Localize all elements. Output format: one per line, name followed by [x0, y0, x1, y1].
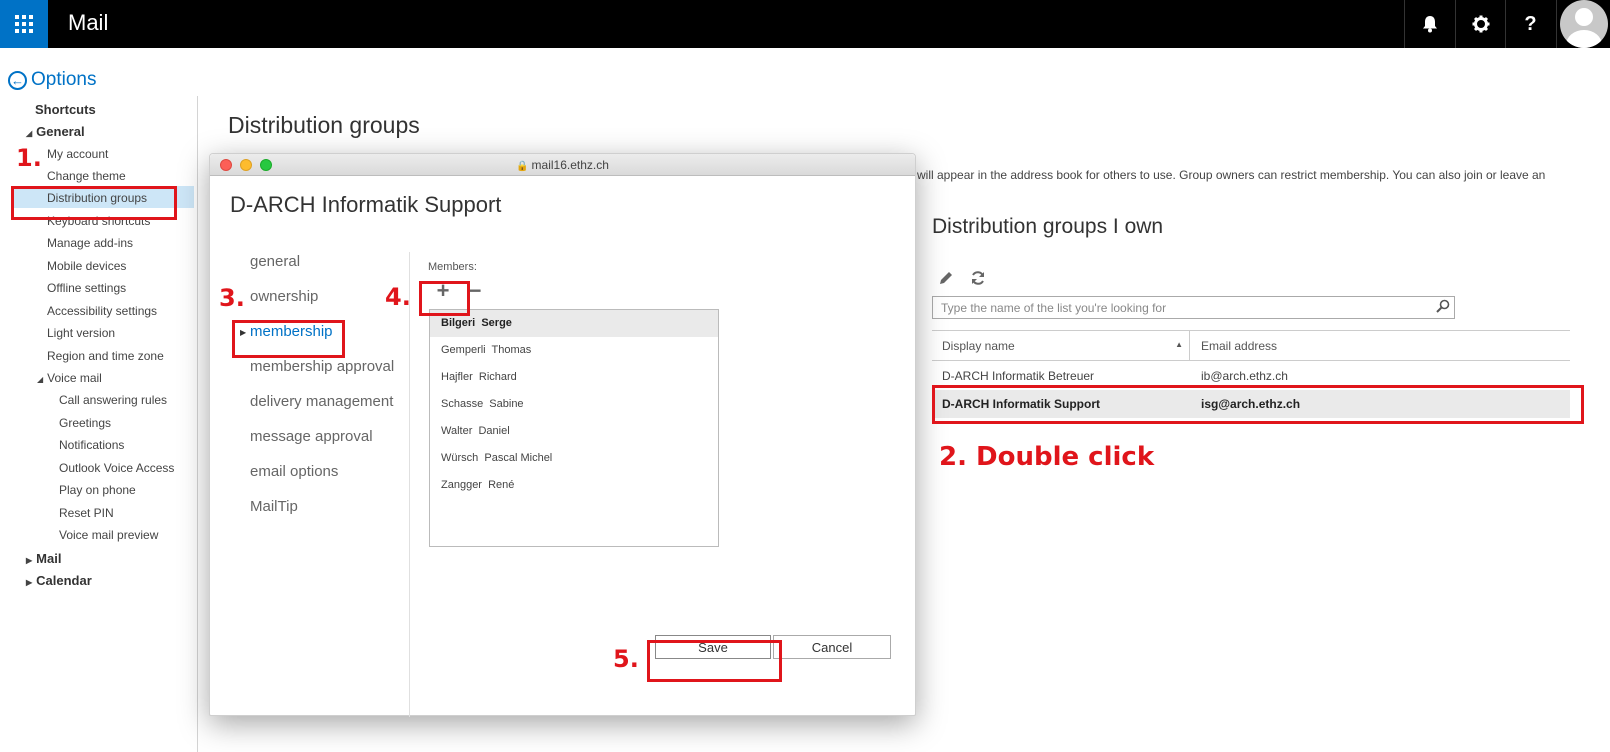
annotation-step-1: 1. — [16, 144, 42, 172]
sidebar-item-general[interactable]: ◢ General — [26, 124, 85, 139]
row-email: ib@arch.ethz.ch — [1201, 369, 1288, 383]
sidebar-item-greetings[interactable]: Greetings — [59, 416, 111, 430]
sidebar-item-voice-mail[interactable]: ◢ Voice mail — [37, 371, 102, 385]
sidebar-item-outlook-voice-access[interactable]: Outlook Voice Access — [59, 461, 174, 475]
column-header-display-name[interactable]: Display name ▲ — [932, 331, 1190, 360]
annotation-highlight-box — [11, 186, 177, 220]
annotation-step-4: 4. — [385, 283, 411, 311]
list-item[interactable]: Bilgeri Serge — [430, 310, 718, 337]
options-back-link[interactable]: ← Options — [8, 69, 96, 91]
group-search-field[interactable] — [932, 296, 1455, 319]
annotation-step-5: 5. — [613, 645, 639, 673]
app-launcher-icon[interactable] — [0, 0, 48, 48]
row-display-name: D-ARCH Informatik Betreuer — [942, 369, 1095, 383]
annotation-highlight-box — [647, 640, 782, 682]
sidebar-item-label: Voice mail — [47, 371, 102, 385]
sidebar-item-call-answering-rules[interactable]: Call answering rules — [59, 393, 167, 407]
collapsed-triangle-icon: ▶ — [26, 578, 33, 587]
annotation-step-3: 3. — [219, 284, 245, 312]
dialog-tab-mailtip[interactable]: MailTip — [250, 498, 298, 515]
list-item[interactable]: Gemperli Thomas — [430, 337, 718, 364]
dialog-tab-message-approval[interactable]: message approval — [250, 428, 373, 445]
list-item[interactable]: Zangger René — [430, 472, 718, 499]
top-bar: Mail ? — [0, 0, 1610, 48]
sidebar-item-change-theme[interactable]: Change theme — [47, 169, 126, 183]
list-item[interactable]: Hajfler Richard — [430, 364, 718, 391]
options-label: Options — [31, 69, 97, 90]
dialog-tab-email-options[interactable]: email options — [250, 463, 338, 480]
dialog-title: D-ARCH Informatik Support — [230, 192, 502, 217]
sidebar-item-label: Calendar — [36, 573, 92, 588]
divider — [409, 252, 410, 717]
window-title-bar[interactable]: 🔒 mail16.ethz.ch — [210, 154, 915, 176]
sidebar-item-region-time-zone[interactable]: Region and time zone — [47, 349, 164, 363]
dialog-tab-membership-approval[interactable]: membership approval — [250, 358, 394, 375]
members-label: Members: — [428, 261, 477, 273]
search-input[interactable] — [933, 297, 1423, 318]
search-icon[interactable] — [1436, 299, 1450, 316]
group-properties-dialog: 🔒 mail16.ethz.ch D-ARCH Informatik Suppor… — [209, 153, 916, 717]
list-item[interactable]: Walter Daniel — [430, 418, 718, 445]
dialog-tab-ownership[interactable]: ownership — [250, 288, 318, 305]
collapsed-triangle-icon: ▶ — [26, 556, 33, 565]
refresh-icon[interactable] — [968, 268, 988, 288]
list-item[interactable]: Würsch Pascal Michel — [430, 445, 718, 472]
cancel-button[interactable]: Cancel — [773, 635, 891, 659]
annotation-highlight-box — [419, 281, 470, 316]
bell-icon[interactable] — [1404, 0, 1454, 48]
section-title: Distribution groups I own — [932, 215, 1164, 238]
sidebar-item-offline-settings[interactable]: Offline settings — [47, 281, 126, 295]
sidebar-item-reset-pin[interactable]: Reset PIN — [59, 506, 114, 520]
sidebar-item-label: General — [36, 124, 85, 139]
sidebar-item-calendar[interactable]: ▶ Calendar — [26, 573, 92, 588]
sidebar-item-mobile-devices[interactable]: Mobile devices — [47, 259, 126, 273]
sidebar-item-accessibility-settings[interactable]: Accessibility settings — [47, 304, 157, 318]
sidebar-item-voice-mail-preview[interactable]: Voice mail preview — [59, 528, 158, 542]
annotation-highlight-box — [232, 320, 345, 358]
sidebar-item-notifications[interactable]: Notifications — [59, 438, 124, 452]
column-header-email[interactable]: Email address — [1191, 331, 1287, 360]
sidebar-item-label: Mail — [36, 551, 62, 566]
sidebar-item-manage-add-ins[interactable]: Manage add-ins — [47, 236, 133, 250]
sort-ascending-icon: ▲ — [1175, 340, 1183, 349]
expanded-triangle-icon: ◢ — [26, 129, 33, 138]
url-label: 🔒 mail16.ethz.ch — [210, 158, 915, 172]
lock-icon: 🔒 — [516, 161, 529, 172]
dialog-tab-delivery-management[interactable]: delivery management — [250, 393, 393, 410]
app-title: Mail — [68, 10, 109, 35]
annotation-highlight-box — [932, 385, 1584, 424]
list-item[interactable]: Schasse Sabine — [430, 391, 718, 418]
sidebar-item-shortcuts[interactable]: Shortcuts — [35, 102, 96, 117]
annotation-step-2: 2. Double click — [939, 442, 1155, 472]
page-title: Distribution groups — [228, 112, 420, 138]
avatar[interactable] — [1556, 0, 1610, 48]
sidebar-item-light-version[interactable]: Light version — [47, 326, 115, 340]
dialog-tab-general[interactable]: general — [250, 253, 300, 270]
help-icon[interactable]: ? — [1505, 0, 1555, 48]
members-list[interactable]: Bilgeri Serge Gemperli Thomas Hajfler Ri… — [429, 309, 719, 547]
gear-icon[interactable] — [1455, 0, 1505, 48]
expanded-triangle-icon: ◢ — [37, 375, 44, 384]
pencil-icon[interactable] — [936, 268, 956, 288]
groups-table-header: Display name ▲ Email address — [932, 330, 1570, 361]
url-text: mail16.ethz.ch — [531, 158, 609, 172]
column-header-label: Display name — [942, 339, 1015, 353]
intro-text: will appear in the address book for othe… — [917, 168, 1546, 182]
sidebar-item-mail[interactable]: ▶ Mail — [26, 551, 61, 566]
sidebar-item-my-account[interactable]: My account — [47, 147, 108, 161]
sidebar-item-play-on-phone[interactable]: Play on phone — [59, 483, 136, 497]
back-arrow-icon: ← — [8, 70, 27, 90]
